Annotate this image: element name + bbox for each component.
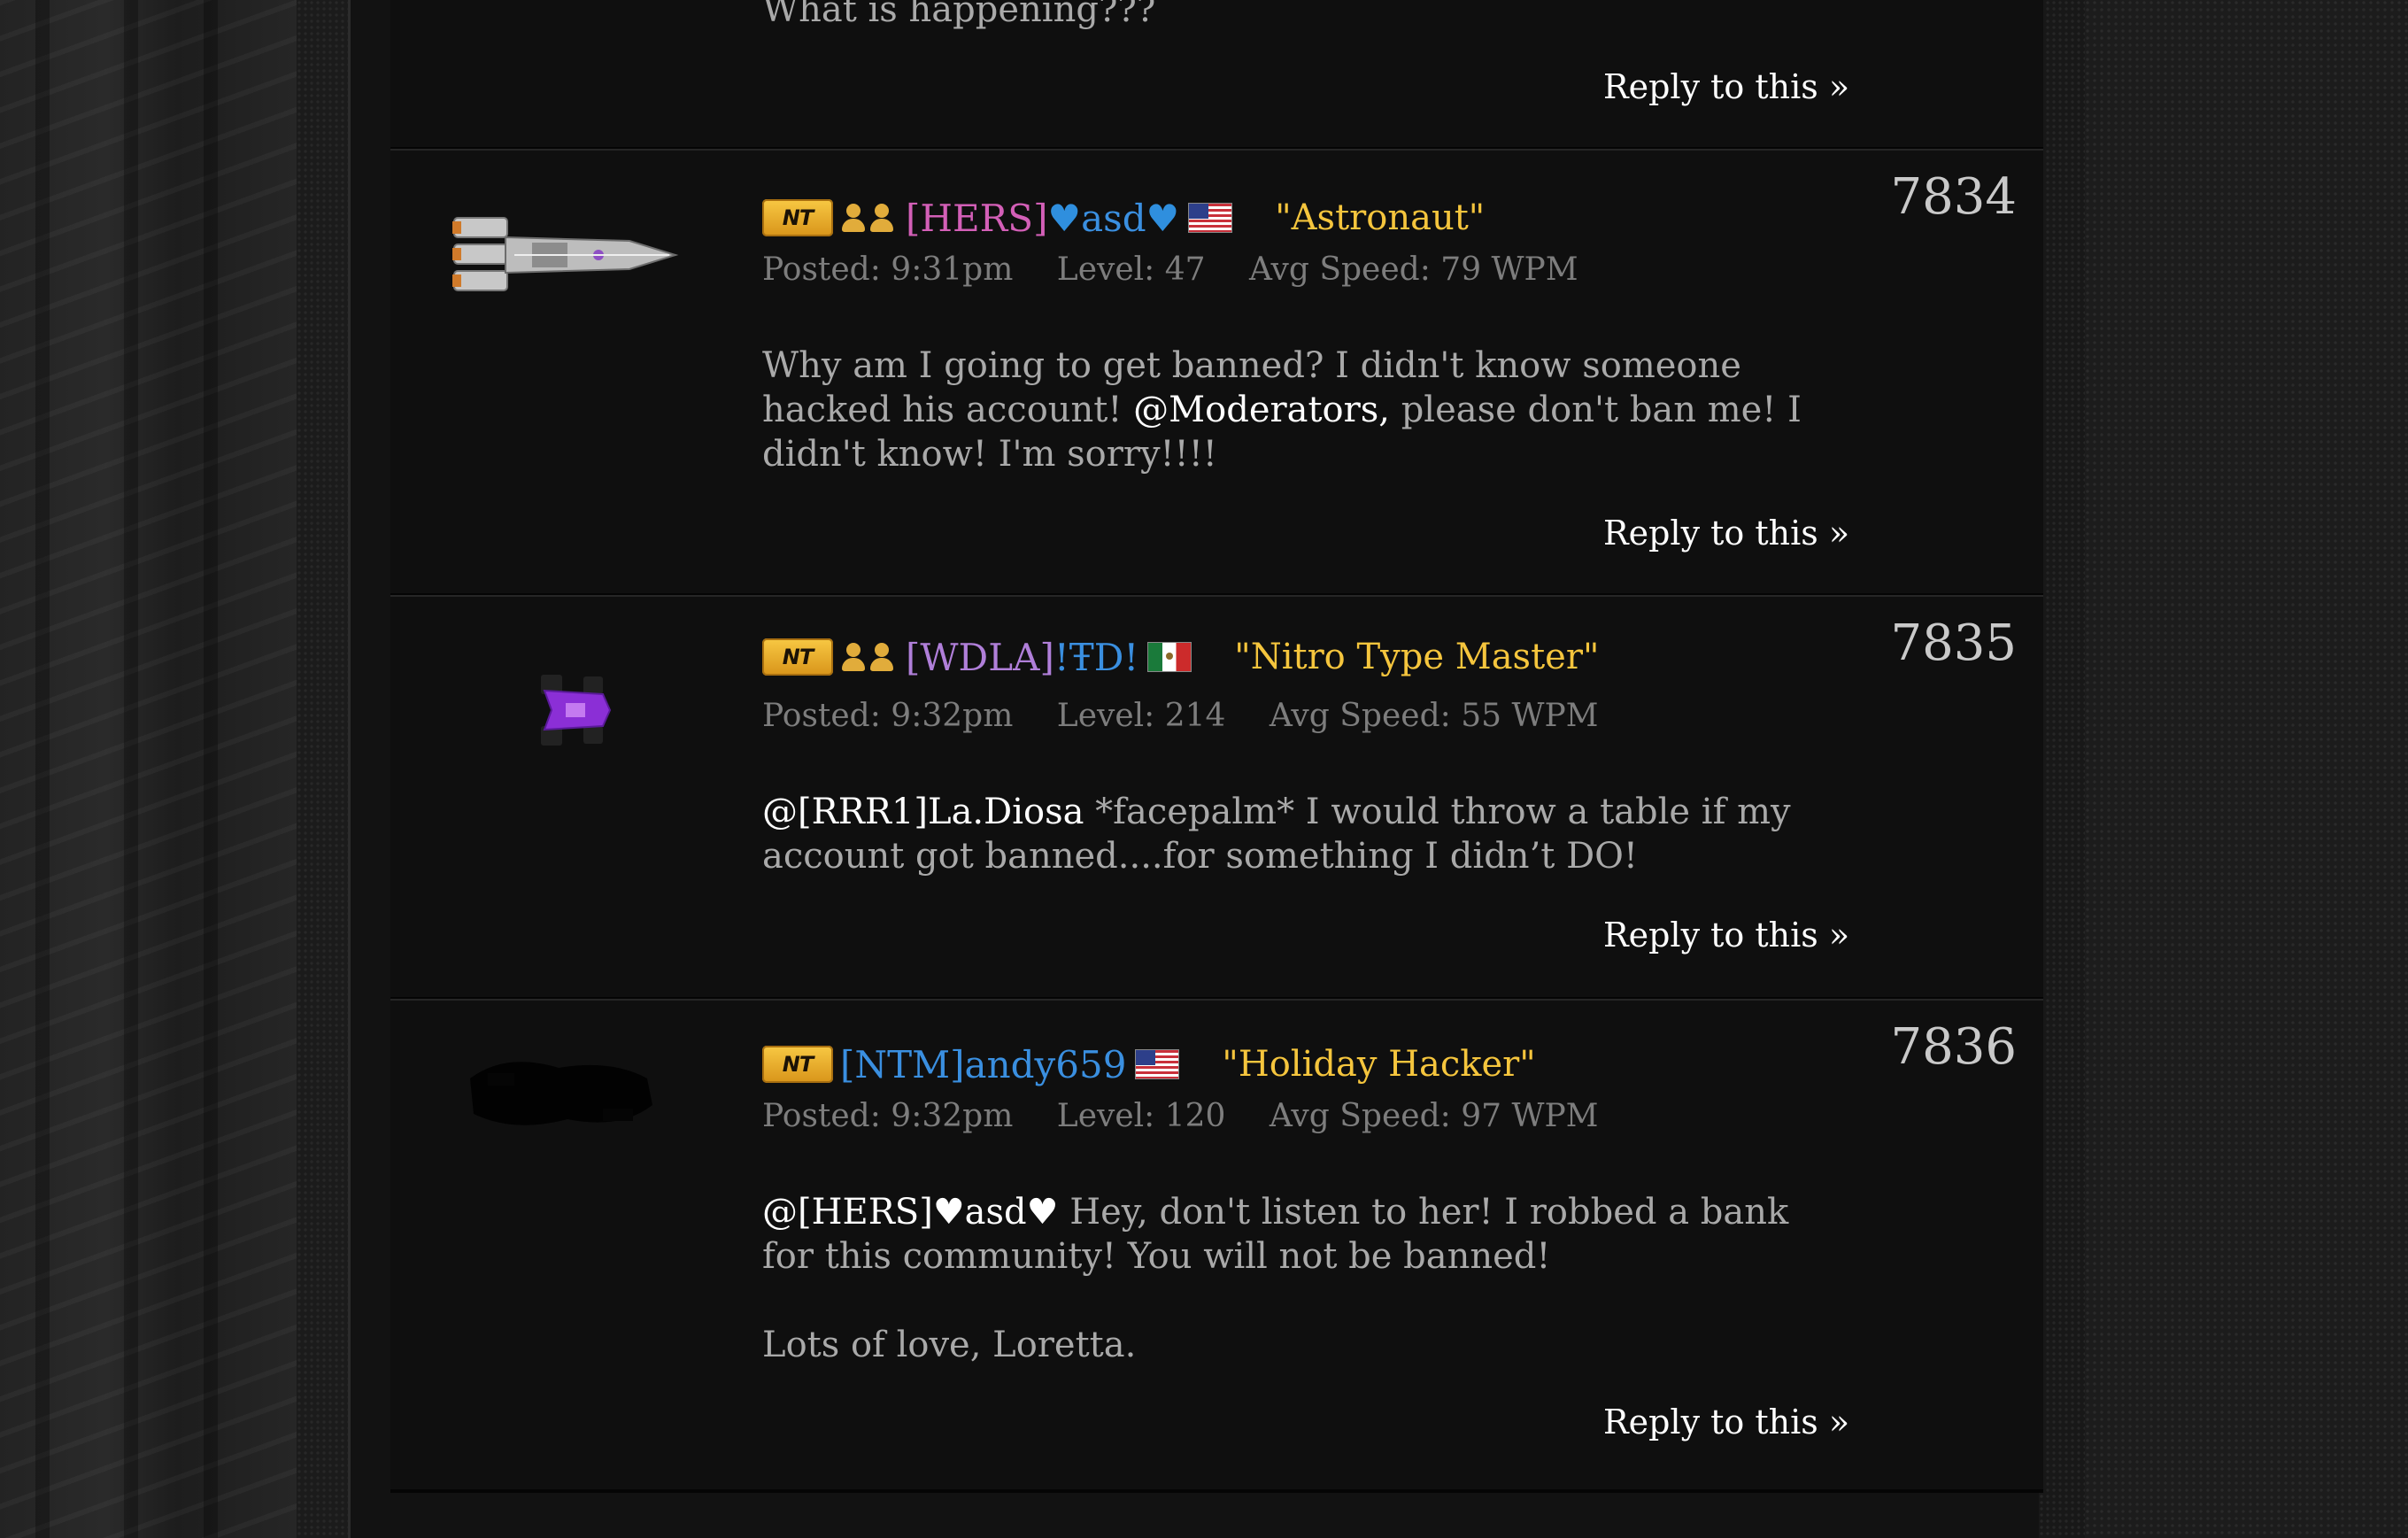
user-title: "Nitro Type Master": [1234, 637, 1600, 677]
author-name[interactable]: [NTM]andy659: [840, 1043, 1126, 1086]
user-title: "Astronaut": [1275, 197, 1486, 238]
post-number: 7836: [1890, 1018, 2017, 1076]
forum-post-7836: NT [NTM]andy659 "Holiday Hacker" Posted:…: [390, 999, 2043, 1493]
friends-icon: [840, 202, 897, 234]
mexico-flag-icon: [1147, 642, 1192, 672]
reply-link[interactable]: Reply to this »: [1603, 1403, 1849, 1441]
nitro-type-badge: NT: [762, 638, 833, 676]
author-name[interactable]: [HERS]♥asd♥: [906, 197, 1179, 240]
posted-time: Posted: 9:31pm: [762, 251, 1014, 288]
friends-icon: [840, 641, 897, 673]
car-avatar-purple-kart: [541, 675, 612, 746]
post-body-text: What is happening???: [762, 0, 1156, 30]
car-avatar-black: [470, 1062, 652, 1125]
user-level: Level: 214: [1056, 698, 1226, 734]
post-divider: [390, 149, 2043, 151]
forum-post-7834: NT [HERS]♥asd♥ "Astronaut" Posted: 9:31p…: [390, 149, 2043, 597]
user-level: Level: 120: [1056, 1098, 1226, 1134]
post-number: 7834: [1890, 168, 2017, 226]
nitro-type-badge: NT: [762, 1046, 833, 1083]
posted-time: Posted: 9:32pm: [762, 1098, 1014, 1134]
post-signoff: Lots of love, Loretta.: [762, 1323, 1825, 1367]
post-body-text: Lots of love, Loretta.: [762, 1325, 1137, 1365]
post-author-row: NT [NTM]andy659 "Holiday Hacker": [762, 1038, 1536, 1091]
us-flag-icon: [1135, 1049, 1180, 1079]
tire-track-background: [0, 0, 297, 1538]
mention-link[interactable]: @[RRR1]La.Diosa: [762, 792, 1084, 832]
page-frame-right: [2039, 0, 2085, 1538]
post-divider: [390, 999, 2043, 1001]
heart-icon: ♥: [1146, 196, 1180, 240]
car-avatar-rocket: [452, 217, 679, 291]
post-meta: Posted: 9:32pm Level: 120 Avg Speed: 97 …: [762, 1098, 1632, 1134]
post-number: 7835: [1890, 614, 2017, 672]
post-author-row: NT [HERS]♥asd♥ "Astronaut": [762, 191, 1485, 244]
avg-speed: Avg Speed: 97 WPM: [1269, 1098, 1599, 1134]
username[interactable]: asd: [1081, 197, 1146, 240]
mention-link[interactable]: @Moderators,: [1133, 390, 1390, 430]
post-meta: Posted: 9:32pm Level: 214 Avg Speed: 55 …: [762, 698, 1632, 734]
team-tag[interactable]: [WDLA]: [906, 636, 1054, 679]
us-flag-icon: [1188, 203, 1233, 233]
username[interactable]: andy659: [965, 1043, 1127, 1086]
heart-icon: ♥: [1047, 196, 1082, 240]
page-frame-left: [297, 0, 350, 1538]
post-meta: Posted: 9:31pm Level: 47 Avg Speed: 79 W…: [762, 251, 1612, 288]
forum-post-previous: What is happening??? Reply to this »: [390, 0, 2043, 151]
post-author-row: NT [WDLA]!ŦD! "Nitro Type Master": [762, 630, 1599, 684]
post-body: @[HERS]♥asd♥ Hey, don't listen to her! I…: [762, 1190, 1825, 1279]
post-body: What is happening???: [762, 0, 1825, 32]
user-title: "Holiday Hacker": [1222, 1044, 1536, 1085]
reply-link[interactable]: Reply to this »: [1603, 916, 1849, 954]
team-tag[interactable]: [HERS]: [906, 197, 1047, 240]
team-tag[interactable]: [NTM]: [840, 1043, 965, 1086]
post-body: Why am I going to get banned? I didn't k…: [762, 344, 1825, 476]
username[interactable]: !ŦD!: [1054, 636, 1138, 679]
nitro-type-badge: NT: [762, 199, 833, 236]
reply-link[interactable]: Reply to this »: [1603, 67, 1849, 106]
carbon-background: [2085, 0, 2408, 1538]
reply-link[interactable]: Reply to this »: [1603, 514, 1849, 553]
post-divider: [390, 595, 2043, 597]
forum-post-7835: NT [WDLA]!ŦD! "Nitro Type Master" Posted…: [390, 595, 2043, 1001]
post-body: @[RRR1]La.Diosa *facepalm* I would throw…: [762, 790, 1825, 878]
author-name[interactable]: [WDLA]!ŦD!: [906, 636, 1138, 679]
avg-speed: Avg Speed: 55 WPM: [1269, 698, 1599, 734]
posted-time: Posted: 9:32pm: [762, 698, 1014, 734]
mention-link[interactable]: @[HERS]♥asd♥: [762, 1192, 1059, 1233]
avg-speed: Avg Speed: 79 WPM: [1248, 251, 1578, 288]
user-level: Level: 47: [1056, 251, 1206, 288]
